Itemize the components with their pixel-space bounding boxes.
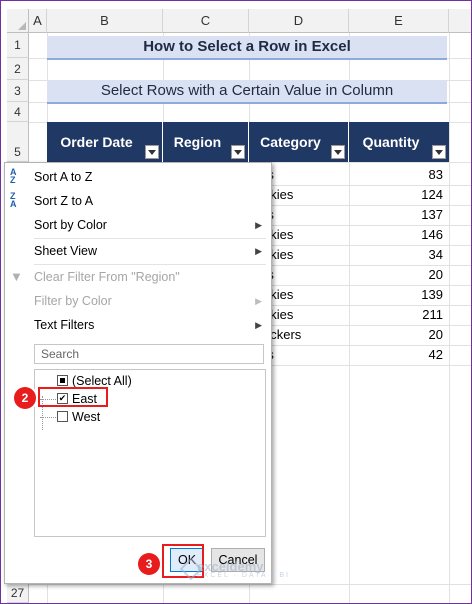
menu-item-text-filters-label: Text Filters xyxy=(34,318,95,332)
column-header-d[interactable]: D xyxy=(249,9,349,33)
filter-dropdown-quantity[interactable] xyxy=(432,145,446,159)
table-cell-category[interactable]: rs xyxy=(263,205,347,225)
table-cell-quantity[interactable]: 146 xyxy=(349,225,443,245)
menu-item-clear-filter: ▼ Clear Filter From "Region" xyxy=(5,266,271,288)
table-cell-category[interactable]: okies xyxy=(263,225,347,245)
header-category: Category xyxy=(249,122,349,162)
menu-item-sort-a-to-z[interactable]: AZ Sort A to Z xyxy=(5,166,271,188)
watermark-tagline: EXCEL · DATA · BI xyxy=(197,572,290,579)
row-header-4[interactable]: 4 xyxy=(7,102,29,122)
table-cell-category[interactable]: okies xyxy=(263,285,347,305)
menu-item-sheet-view[interactable]: Sheet View ▶ xyxy=(5,240,271,262)
table-cell-quantity[interactable]: 83 xyxy=(349,165,443,185)
row-header-5[interactable]: 5 xyxy=(7,122,29,162)
table-cell-category[interactable]: rs xyxy=(263,345,347,365)
search-input[interactable]: Search xyxy=(34,344,264,364)
chevron-down-icon xyxy=(334,150,342,155)
menu-item-sort-a-to-z-label: Sort A to Z xyxy=(34,170,93,184)
grid-line xyxy=(29,584,471,585)
menu-item-filter-by-color-label: Filter by Color xyxy=(34,294,112,308)
table-cell-category[interactable]: okies xyxy=(263,185,347,205)
chevron-down-icon xyxy=(148,150,156,155)
filter-dropdown-order-date[interactable] xyxy=(145,145,159,159)
column-header-b[interactable]: B xyxy=(47,9,163,33)
table-cell-quantity[interactable]: 42 xyxy=(349,345,443,365)
menu-item-sheet-view-label: Sheet View xyxy=(34,244,98,258)
column-header-e[interactable]: E xyxy=(349,9,449,33)
submenu-arrow-icon: ▶ xyxy=(255,296,262,306)
table-cell-category[interactable]: rs xyxy=(263,165,347,185)
menu-separator xyxy=(34,238,266,239)
tree-dots xyxy=(40,417,56,418)
select-all-corner[interactable] xyxy=(7,9,29,33)
header-quantity-label: Quantity xyxy=(362,134,420,150)
table-cell-category[interactable]: okies xyxy=(263,305,347,325)
filter-menu: AZ Sort A to Z ZA Sort Z to A Sort by Co… xyxy=(4,162,272,584)
row-header-2[interactable]: 2 xyxy=(7,58,29,80)
submenu-arrow-icon: ▶ xyxy=(255,246,262,256)
list-item-label: West xyxy=(72,410,101,424)
column-header-c[interactable]: C xyxy=(163,9,249,33)
table-cell-quantity[interactable]: 211 xyxy=(349,305,443,325)
sort-ascending-icon: AZ xyxy=(10,167,17,185)
page-title: How to Select a Row in Excel xyxy=(47,36,447,60)
submenu-arrow-icon: ▶ xyxy=(255,320,262,330)
table-cell-quantity[interactable]: 34 xyxy=(349,245,443,265)
column-header-a[interactable]: A xyxy=(29,9,47,33)
table-cell-quantity[interactable]: 139 xyxy=(349,285,443,305)
menu-item-sort-z-to-a[interactable]: ZA Sort Z to A xyxy=(5,190,271,212)
header-region-label: Region xyxy=(173,134,222,150)
menu-separator xyxy=(34,264,266,265)
menu-item-text-filters[interactable]: Text Filters ▶ xyxy=(5,314,271,336)
page-subtitle: Select Rows with a Certain Value in Colu… xyxy=(47,80,447,104)
table-cell-quantity[interactable]: 20 xyxy=(349,265,443,285)
header-region: Region xyxy=(163,122,249,162)
table-cell-category[interactable]: okies xyxy=(263,245,347,265)
table-cell-category[interactable]: rs xyxy=(263,265,347,285)
row-header-3[interactable]: 3 xyxy=(7,80,29,102)
table-cell-quantity[interactable]: 20 xyxy=(349,325,443,345)
table-cell-category[interactable]: ackers xyxy=(263,325,347,345)
header-category-label: Category xyxy=(260,134,321,150)
menu-item-sort-by-color-label: Sort by Color xyxy=(34,218,107,232)
filter-dropdown-region[interactable] xyxy=(231,145,245,159)
header-order-date: Order Date xyxy=(47,122,163,162)
menu-item-sort-z-to-a-label: Sort Z to A xyxy=(34,194,94,208)
checkbox-unchecked-icon[interactable] xyxy=(57,411,68,422)
chevron-down-icon xyxy=(234,150,242,155)
filter-dropdown-category[interactable] xyxy=(331,145,345,159)
header-quantity: Quantity xyxy=(349,122,449,162)
chevron-down-icon xyxy=(435,150,443,155)
menu-item-sort-by-color[interactable]: Sort by Color ▶ xyxy=(5,214,271,236)
menu-item-clear-filter-label: Clear Filter From "Region" xyxy=(34,270,180,284)
row-header-1[interactable]: 1 xyxy=(7,33,29,58)
column-header-spacer xyxy=(449,9,471,33)
checkbox-partial-icon[interactable] xyxy=(57,375,68,386)
header-order-date-label: Order Date xyxy=(60,134,133,150)
highlight-box-east xyxy=(38,387,108,407)
annotation-badge-3: 3 xyxy=(138,553,160,575)
submenu-arrow-icon: ▶ xyxy=(255,220,262,230)
menu-item-filter-by-color: Filter by Color ▶ xyxy=(5,290,271,312)
grid-line xyxy=(449,33,450,603)
excel-window: A B C D E 1 2 3 4 5 27 How to Select a R… xyxy=(0,0,472,604)
clear-filter-icon: ▼ xyxy=(10,269,23,284)
table-cell-quantity[interactable]: 137 xyxy=(349,205,443,225)
row-header-27[interactable]: 27 xyxy=(7,584,29,603)
table-cell-quantity[interactable]: 124 xyxy=(349,185,443,205)
watermark: exceldemy EXCEL · DATA · BI xyxy=(197,559,290,579)
annotation-badge-2: 2 xyxy=(14,387,36,409)
sort-descending-icon: ZA xyxy=(10,191,17,209)
search-placeholder: Search xyxy=(41,347,80,361)
